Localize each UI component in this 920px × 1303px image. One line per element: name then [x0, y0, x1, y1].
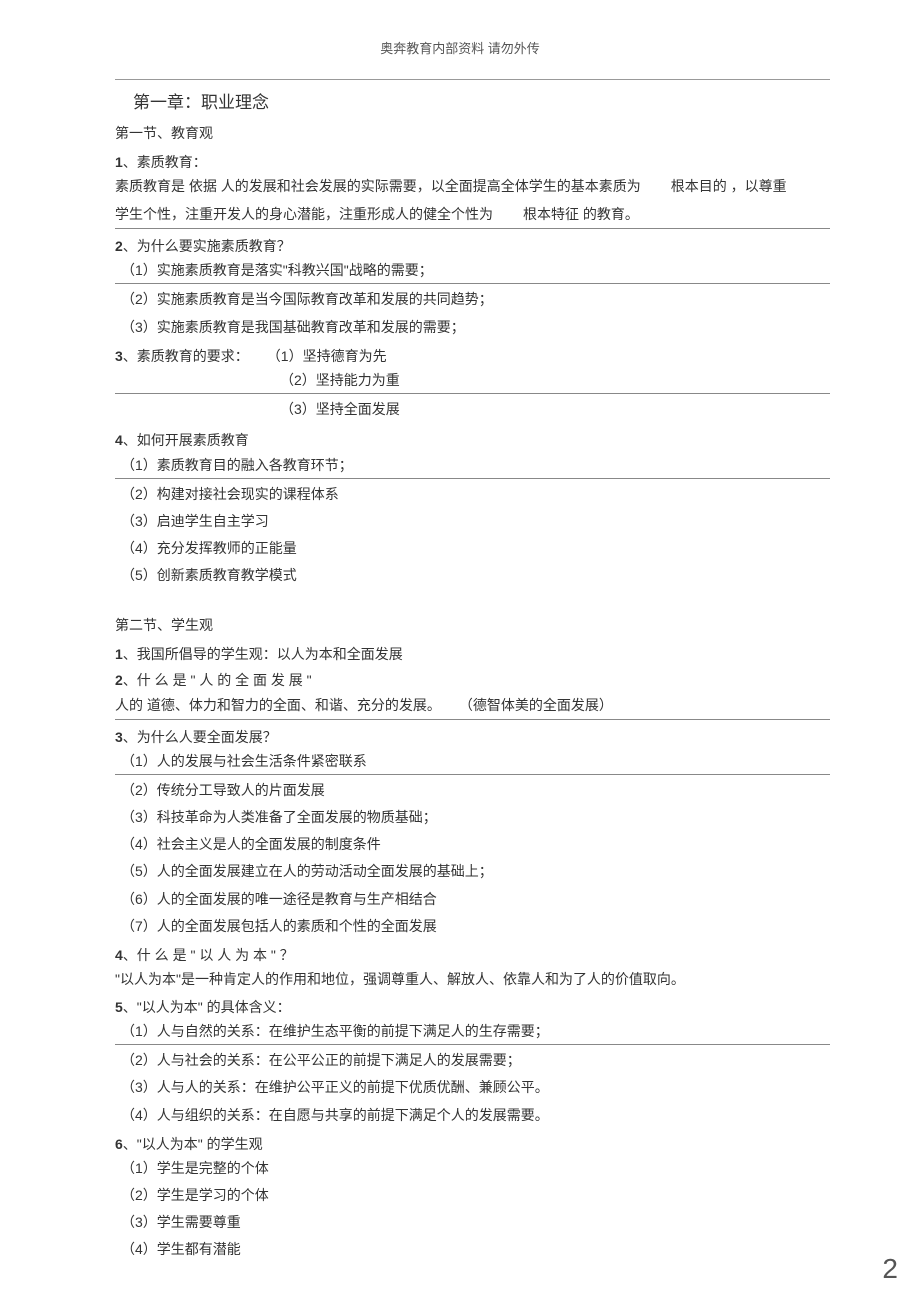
s2-q1-text: 、我国所倡导的学生观：以人为本和全面发展 [123, 646, 403, 662]
s2-q5-heading-text: 、"以人为本" 的具体含义： [123, 999, 291, 1015]
s2-q6-item4: （4）学生都有潜能 [115, 1238, 830, 1261]
s1-q1-line2: 学生个性，注重开发人的身心潜能，注重形成人的健全个性为 根本特征 的教育。 [115, 203, 830, 229]
s2-q3-item2: （2）传统分工导致人的片面发展 [115, 779, 830, 802]
s1-q3-item2: （2）坚持能力为重 [115, 369, 830, 394]
s2-q6-item2: （2）学生是学习的个体 [115, 1184, 830, 1207]
s2-q6-item1: （1）学生是完整的个体 [115, 1157, 830, 1180]
q3-num: 3 [115, 348, 123, 364]
s2-q4-heading: 4、什 么 是 " 以 人 为 本 " ？ [115, 944, 830, 966]
s2-q5-item4: （4）人与组织的关系：在自愿与共享的前提下满足个人的发展需要。 [115, 1104, 830, 1127]
s2-q2-text-a: 人的 道德、体力和智力的全面、和谐、充分的发展。 [115, 697, 441, 713]
q1-text-d: 根本特征 的教育。 [523, 206, 639, 222]
document-content: 第一章：职业理念 第一节、教育观 1、素质教育： 素质教育是 依据 人的发展和社… [0, 79, 920, 1261]
q2-num: 2 [115, 238, 123, 254]
document-header: 奥奔教育内部资料 请勿外传 [0, 0, 920, 57]
s1-q4-item5: （5）创新素质教育教学模式 [115, 564, 830, 587]
s2-q6-item3: （3）学生需要尊重 [115, 1211, 830, 1234]
top-divider [115, 79, 830, 80]
section-2-title: 第二节、学生观 [115, 615, 830, 635]
q3-heading-text: 、素质教育的要求： [123, 348, 249, 364]
s1-q2-item3: （3）实施素质教育是我国基础教育改革和发展的需要； [115, 316, 830, 339]
section-1-title: 第一节、教育观 [115, 123, 830, 143]
s2-q5-item1: （1）人与自然的关系：在维护生态平衡的前提下满足人的生存需要； [115, 1020, 830, 1045]
q1-heading-text: 、素质教育： [123, 154, 207, 170]
s1-q1-heading: 1、素质教育： [115, 151, 830, 173]
s2-q3-item7: （7）人的全面发展包括人的素质和个性的全面发展 [115, 915, 830, 938]
s2-q3-heading: 3、为什么人要全面发展？ [115, 726, 830, 748]
s2-q5-heading: 5、"以人为本" 的具体含义： [115, 996, 830, 1018]
s2-q5-item3: （3）人与人的关系：在维护公平正义的前提下优质优酬、兼顾公平。 [115, 1076, 830, 1099]
q1-text-a: 素质教育是 依据 人的发展和社会发展的实际需要，以全面提高全体学生的基本素质为 [115, 178, 641, 194]
q1-text-c: 学生个性，注重开发人的身心潜能，注重形成人的健全个性为 [115, 206, 493, 222]
s2-q2-line: 人的 道德、体力和智力的全面、和谐、充分的发展。 （德智体美的全面发展） [115, 694, 830, 720]
s2-q1-num: 1 [115, 646, 123, 662]
s2-q5-item2: （2）人与社会的关系：在公平公正的前提下满足人的发展需要； [115, 1049, 830, 1072]
s2-q3-num: 3 [115, 729, 123, 745]
s1-q4-item1: （1）素质教育目的融入各教育环节； [115, 454, 830, 479]
s2-q2-heading-text: 、什 么 是 " 人 的 全 面 发 展 " [123, 672, 312, 688]
s2-q3-item1: （1）人的发展与社会生活条件紧密联系 [115, 750, 830, 775]
q1-num: 1 [115, 154, 123, 170]
s2-q6-heading-text: 、"以人为本" 的学生观 [123, 1136, 263, 1152]
s2-q3-item5: （5）人的全面发展建立在人的劳动活动全面发展的基础上； [115, 860, 830, 883]
s2-q5-num: 5 [115, 999, 123, 1015]
s2-q4-heading-text: 、什 么 是 " 以 人 为 本 " ？ [123, 947, 294, 963]
s1-q4-heading: 4、如何开展素质教育 [115, 429, 830, 451]
s2-q2-text-b: （德智体美的全面发展） [459, 697, 613, 713]
s2-q2-num: 2 [115, 672, 123, 688]
q4-heading-text: 、如何开展素质教育 [123, 432, 249, 448]
s2-q1: 1、我国所倡导的学生观：以人为本和全面发展 [115, 643, 830, 665]
s2-q2-heading: 2、什 么 是 " 人 的 全 面 发 展 " [115, 669, 830, 691]
s1-q2-item1: （1）实施素质教育是落实"科教兴国"战略的需要； [115, 259, 830, 284]
s1-q3-item3: （3）坚持全面发展 [115, 398, 830, 421]
s2-q6-heading: 6、"以人为本" 的学生观 [115, 1133, 830, 1155]
s2-q4-text: "以人为本"是一种肯定人的作用和地位，强调尊重人、解放人、依靠人和为了人的价值取… [115, 968, 830, 992]
s1-q4-item2: （2）构建对接社会现实的课程体系 [115, 483, 830, 506]
chapter-title: 第一章：职业理念 [115, 88, 830, 113]
s2-q3-item4: （4）社会主义是人的全面发展的制度条件 [115, 833, 830, 856]
s2-q4-num: 4 [115, 947, 123, 963]
s2-q3-item6: （6）人的全面发展的唯一途径是教育与生产相结合 [115, 888, 830, 911]
s1-q2-heading: 2、为什么要实施素质教育？ [115, 235, 830, 257]
s2-q3-item3: （3）科技革命为人类准备了全面发展的物质基础； [115, 806, 830, 829]
q1-text-b: 根本目的 ，以尊重 [671, 178, 787, 194]
page-number: 2 [882, 1253, 898, 1285]
s2-q6-num: 6 [115, 1136, 123, 1152]
s1-q4-item3: （3）启迪学生自主学习 [115, 510, 830, 533]
q4-num: 4 [115, 432, 123, 448]
s2-q3-heading-text: 、为什么人要全面发展？ [123, 729, 277, 745]
q2-heading-text: 、为什么要实施素质教育？ [123, 238, 291, 254]
s1-q3-heading: 3、素质教育的要求： （1）坚持德育为先 [115, 345, 830, 367]
q3-item1: （1）坚持德育为先 [267, 348, 387, 364]
s1-q4-item4: （4）充分发挥教师的正能量 [115, 537, 830, 560]
s1-q2-item2: （2）实施素质教育是当今国际教育改革和发展的共同趋势； [115, 288, 830, 311]
s1-q1-line1: 素质教育是 依据 人的发展和社会发展的实际需要，以全面提高全体学生的基本素质为 根… [115, 175, 830, 199]
